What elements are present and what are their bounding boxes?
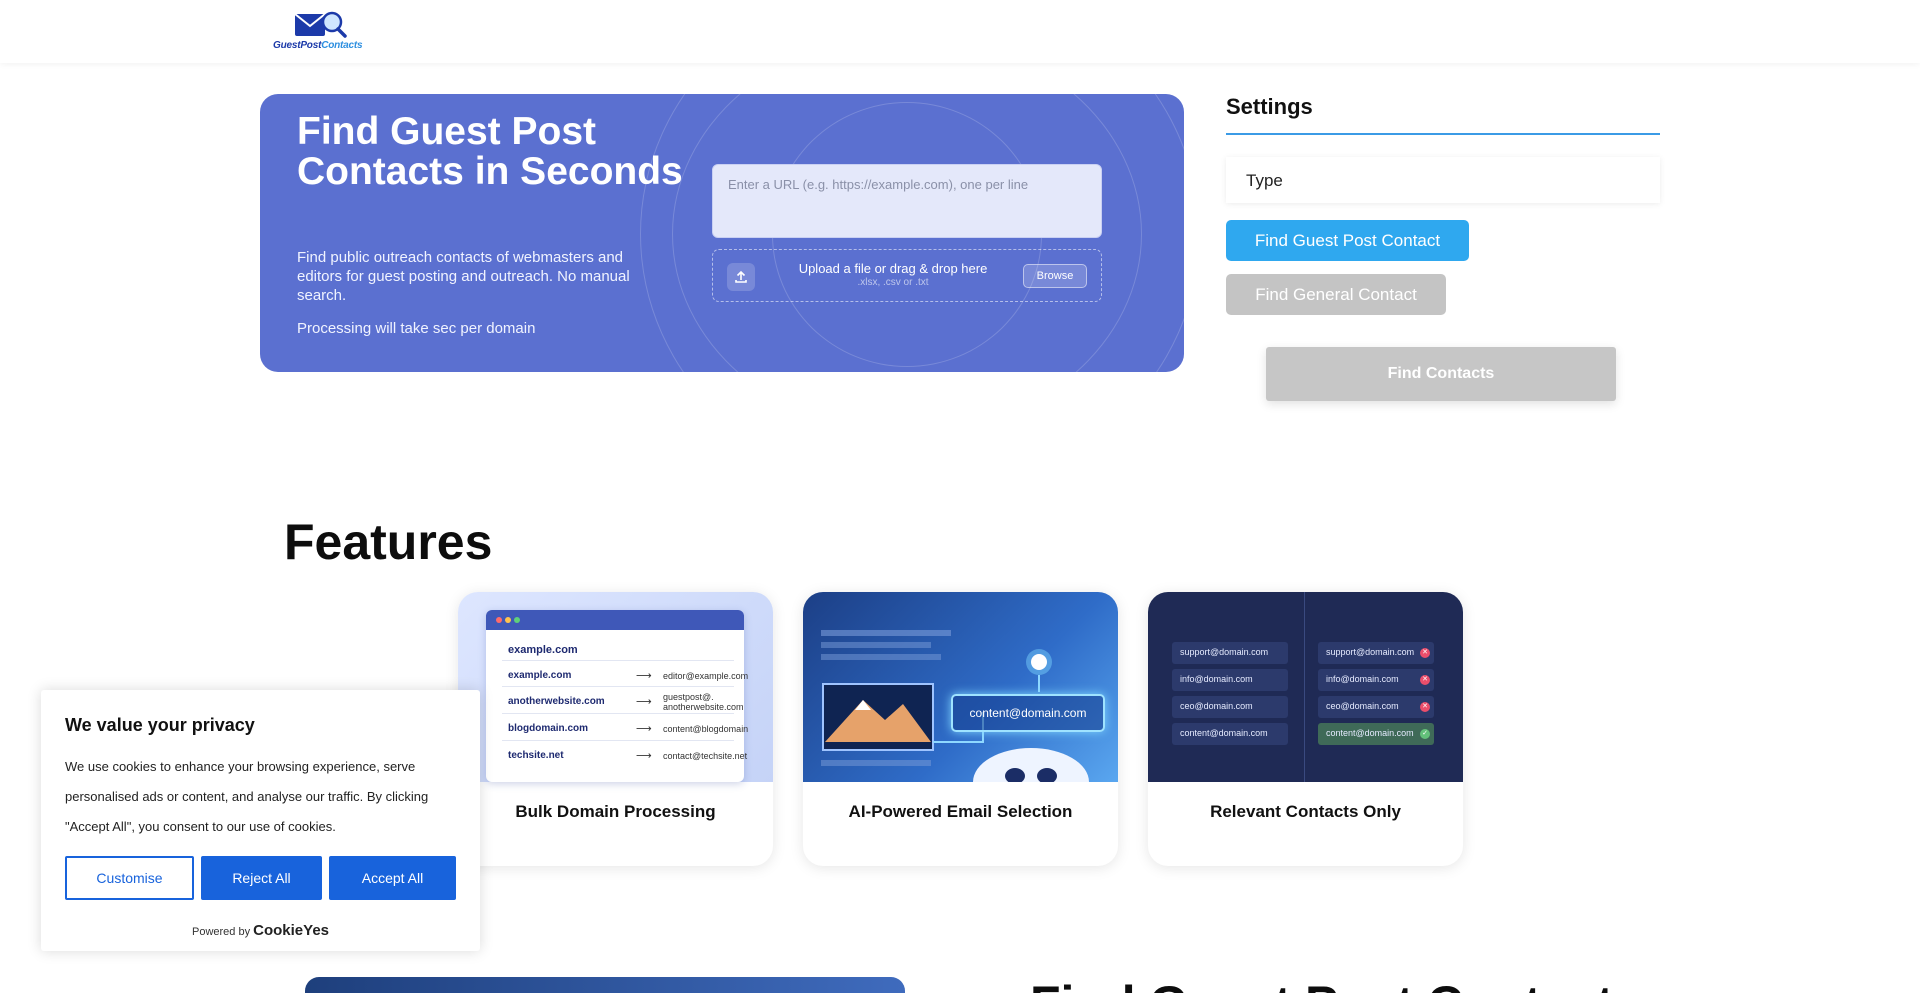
- reject-all-button[interactable]: Reject All: [201, 856, 322, 900]
- email-item-rejected: support@domain.com ✕: [1318, 642, 1434, 664]
- domain-row: blogdomain.com: [508, 723, 588, 734]
- file-dropzone[interactable]: Upload a file or drag & drop here .xlsx,…: [712, 249, 1102, 302]
- site-logo[interactable]: GuestPostContacts: [263, 6, 383, 56]
- email-item: info@domain.com: [1172, 669, 1288, 691]
- highlighted-email: content@domain.com: [951, 694, 1105, 732]
- bulk-domain-illustration: example.com example.com ⟶ editor@example…: [458, 592, 773, 782]
- feature-card-label: AI-Powered Email Selection: [848, 802, 1073, 821]
- cookie-title: We value your privacy: [65, 715, 255, 735]
- email-item: support@domain.com: [1172, 642, 1288, 664]
- feature-card-label: Relevant Contacts Only: [1210, 802, 1401, 821]
- hero-title: Find Guest Post Contacts in Seconds: [297, 110, 683, 193]
- upload-icon[interactable]: [727, 263, 755, 291]
- check-icon: ✓: [1420, 729, 1430, 739]
- find-general-contact-button[interactable]: Find General Contact: [1226, 274, 1446, 315]
- email-row: contact@techsite.net: [663, 751, 748, 761]
- url-input[interactable]: [712, 164, 1102, 238]
- logo-text: GuestPostContacts: [273, 40, 363, 51]
- domain-row: example.com: [508, 670, 572, 681]
- bottom-section-image: [305, 977, 905, 993]
- email-item: content@domain.com: [1172, 723, 1288, 745]
- email-row: guestpost@. anotherwebsite.com: [663, 692, 744, 712]
- ai-robot-illustration: [821, 630, 1089, 782]
- email-row: editor@example.com: [663, 671, 749, 681]
- browse-button[interactable]: Browse: [1023, 264, 1087, 288]
- type-select[interactable]: Type: [1226, 157, 1660, 203]
- email-item: ceo@domain.com: [1172, 696, 1288, 718]
- processing-note: Processing will take sec per domain: [297, 320, 536, 337]
- settings-divider: [1226, 133, 1660, 135]
- upload-text: Upload a file or drag & drop here: [798, 261, 988, 276]
- site-header: GuestPostContacts: [0, 0, 1920, 63]
- hero-subtitle: Find public outreach contacts of webmast…: [297, 249, 630, 304]
- cookieyes-logo[interactable]: CookieYes: [253, 922, 329, 939]
- find-guest-post-contact-button[interactable]: Find Guest Post Contact: [1226, 220, 1469, 261]
- email-item-rejected: ceo@domain.com ✕: [1318, 696, 1434, 718]
- reject-icon: ✕: [1420, 648, 1430, 658]
- feature-card-label: Bulk Domain Processing: [515, 802, 716, 821]
- feature-card-relevant[interactable]: support@domain.com info@domain.com ceo@d…: [1148, 592, 1463, 866]
- reject-icon: ✕: [1420, 702, 1430, 712]
- envelope-search-icon: [294, 11, 347, 38]
- divider: [1304, 592, 1305, 782]
- features-title: Features: [284, 514, 493, 570]
- cookie-consent-banner: We value your privacy We use cookies to …: [41, 690, 480, 951]
- domain-row: techsite.net: [508, 750, 564, 761]
- bottom-section-title: Find Guest Post Contacts: [1030, 975, 1641, 993]
- customise-button[interactable]: Customise: [65, 856, 194, 900]
- domain-header: example.com: [508, 644, 578, 656]
- upload-hint: .xlsx, .csv or .txt: [857, 277, 929, 288]
- ai-email-illustration: content@domain.com: [803, 592, 1118, 782]
- accept-all-button[interactable]: Accept All: [329, 856, 456, 900]
- settings-title: Settings: [1226, 94, 1313, 119]
- domain-list-window: example.com example.com ⟶ editor@example…: [486, 610, 749, 782]
- email-item-approved: content@domain.com ✓: [1318, 723, 1434, 745]
- domain-row: anotherwebsite.com: [508, 696, 605, 707]
- find-contacts-button[interactable]: Find Contacts: [1266, 347, 1616, 401]
- hero-panel: Find Guest Post Contacts in Seconds Find…: [260, 94, 1184, 372]
- cookie-text: We use cookies to enhance your browsing …: [65, 759, 429, 834]
- email-item-rejected: info@domain.com ✕: [1318, 669, 1434, 691]
- reject-icon: ✕: [1420, 675, 1430, 685]
- feature-card-ai[interactable]: content@domain.com AI-Powered Email Sele…: [803, 592, 1118, 866]
- feature-card-bulk[interactable]: example.com example.com ⟶ editor@example…: [458, 592, 773, 866]
- email-row: content@blogdomain: [663, 724, 749, 734]
- relevant-contacts-illustration: support@domain.com info@domain.com ceo@d…: [1148, 592, 1463, 782]
- powered-by: Powered by CookieYes: [191, 922, 330, 939]
